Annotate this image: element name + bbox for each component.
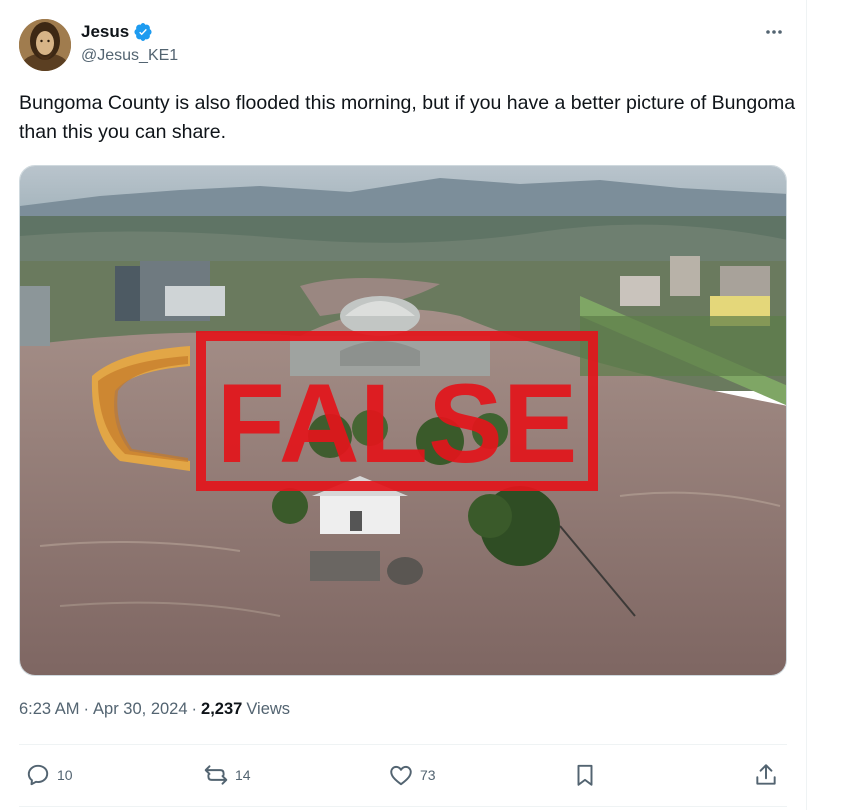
divider bbox=[19, 744, 787, 745]
tweet-header: Jesus @Jesus_KE1 bbox=[19, 19, 789, 71]
tweet-media-image[interactable]: FALSE bbox=[19, 165, 787, 676]
like-count: 73 bbox=[420, 767, 436, 783]
repost-button[interactable]: 14 bbox=[203, 760, 251, 790]
repost-icon bbox=[204, 765, 228, 785]
author-handle[interactable]: @Jesus_KE1 bbox=[81, 47, 178, 65]
share-icon bbox=[756, 764, 776, 785]
reply-button[interactable]: 10 bbox=[25, 760, 73, 790]
column-border bbox=[806, 0, 807, 810]
stamp-text: FALSE bbox=[217, 361, 578, 486]
bottom-divider bbox=[19, 806, 787, 807]
heart-icon bbox=[390, 765, 412, 786]
tweet-meta: 6:23 AM · Apr 30, 2024 · 2,237 Views bbox=[19, 700, 290, 719]
views-count: 2,237 bbox=[201, 700, 243, 718]
bookmark-button[interactable] bbox=[572, 760, 598, 790]
reply-count: 10 bbox=[57, 767, 73, 783]
more-options-icon[interactable] bbox=[763, 21, 785, 43]
verified-badge-icon[interactable] bbox=[133, 22, 153, 42]
views-label: Views bbox=[246, 700, 291, 718]
bookmark-icon bbox=[577, 764, 593, 786]
tweet-text: Bungoma County is also flooded this morn… bbox=[19, 92, 796, 143]
repost-count: 14 bbox=[235, 767, 251, 783]
avatar[interactable] bbox=[19, 19, 71, 71]
author-name-row: Jesus bbox=[81, 22, 153, 42]
share-button[interactable] bbox=[753, 760, 779, 790]
tweet-date[interactable]: Apr 30, 2024 bbox=[93, 700, 188, 719]
like-button[interactable]: 73 bbox=[388, 760, 436, 790]
meta-separator-2: · bbox=[191, 700, 198, 718]
tweet-time[interactable]: 6:23 AM bbox=[19, 700, 80, 719]
meta-separator: · bbox=[83, 700, 90, 718]
action-bar: 10 14 73 bbox=[19, 760, 787, 790]
author-display-name[interactable]: Jesus bbox=[81, 22, 129, 42]
reply-icon bbox=[27, 764, 49, 786]
